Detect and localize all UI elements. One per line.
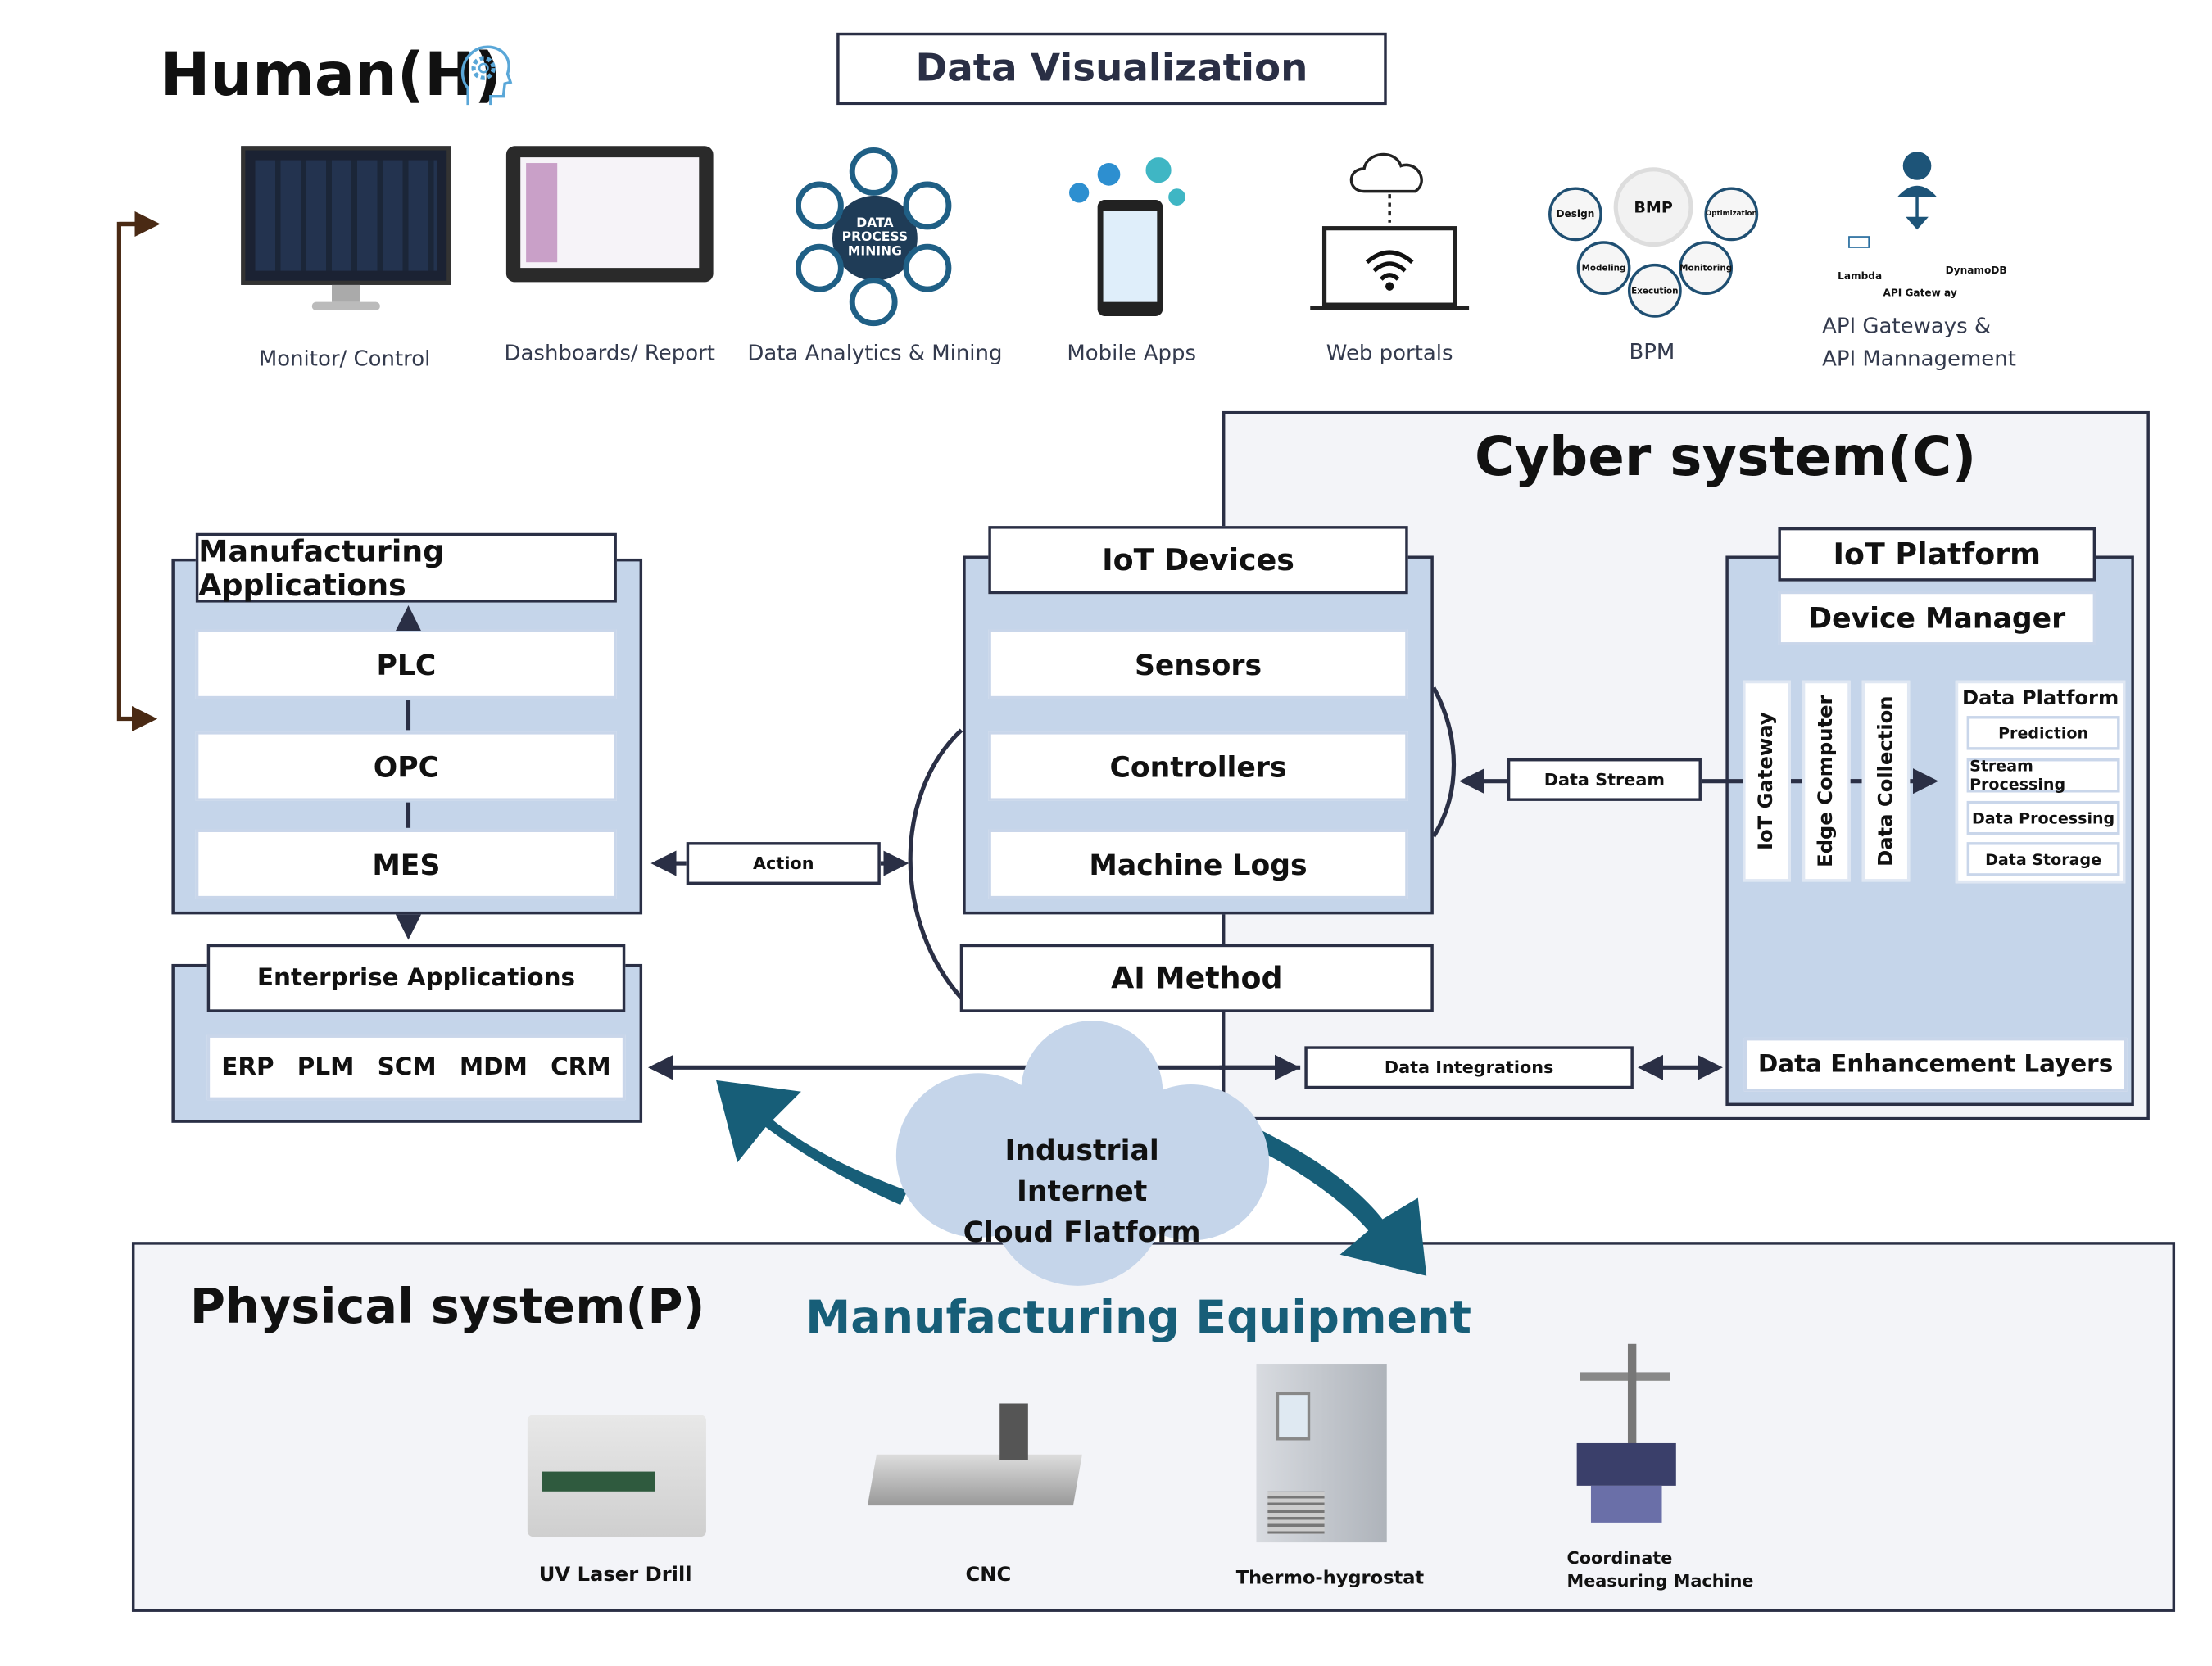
caption-uv-laser-drill: UV Laser Drill xyxy=(538,1564,692,1587)
cloud-label-line1: Industrial Internet xyxy=(1004,1132,1159,1208)
iot-ai-loop-left xyxy=(908,728,963,1000)
cnc-image xyxy=(867,1403,1082,1522)
cloud-to-cyber-arrow xyxy=(716,1080,908,1206)
data-integrations-box: Data Integrations xyxy=(1304,1046,1634,1089)
human-bracket-arrow xyxy=(116,221,158,732)
caption-cnc: CNC xyxy=(965,1564,1012,1587)
caption-cmm-line1: Coordinate xyxy=(1566,1548,1673,1569)
caption-cmm-line2: Measuring Machine xyxy=(1566,1570,1754,1591)
action-label: Action xyxy=(753,853,814,874)
diagram: Cyber system(C) Physical system(P) Manuf… xyxy=(0,0,2212,1666)
data-stream-box: Data Stream xyxy=(1507,758,1702,801)
data-integrations-label: Data Integrations xyxy=(1384,1057,1554,1078)
caption-thermo-hygrostat: Thermo-hygrostat xyxy=(1235,1568,1425,1590)
cloud-label-line2: Cloud Flatform xyxy=(963,1215,1201,1249)
thermo-hygrostat-image xyxy=(1256,1364,1387,1543)
uv-laser-drill-image xyxy=(527,1415,706,1537)
caption-cmm: Coordinate Measuring Machine xyxy=(1567,1546,1754,1591)
data-stream-label: Data Stream xyxy=(1543,769,1666,790)
action-label-box: Action xyxy=(686,842,881,885)
cmm-image xyxy=(1571,1343,1679,1526)
connector-layer xyxy=(116,211,1939,1286)
cloud-label: Industrial Internet Cloud Flatform xyxy=(941,1130,1224,1253)
iot-ai-loop-right xyxy=(1431,686,1456,838)
cloud-to-physical-arrow xyxy=(1254,1126,1427,1276)
